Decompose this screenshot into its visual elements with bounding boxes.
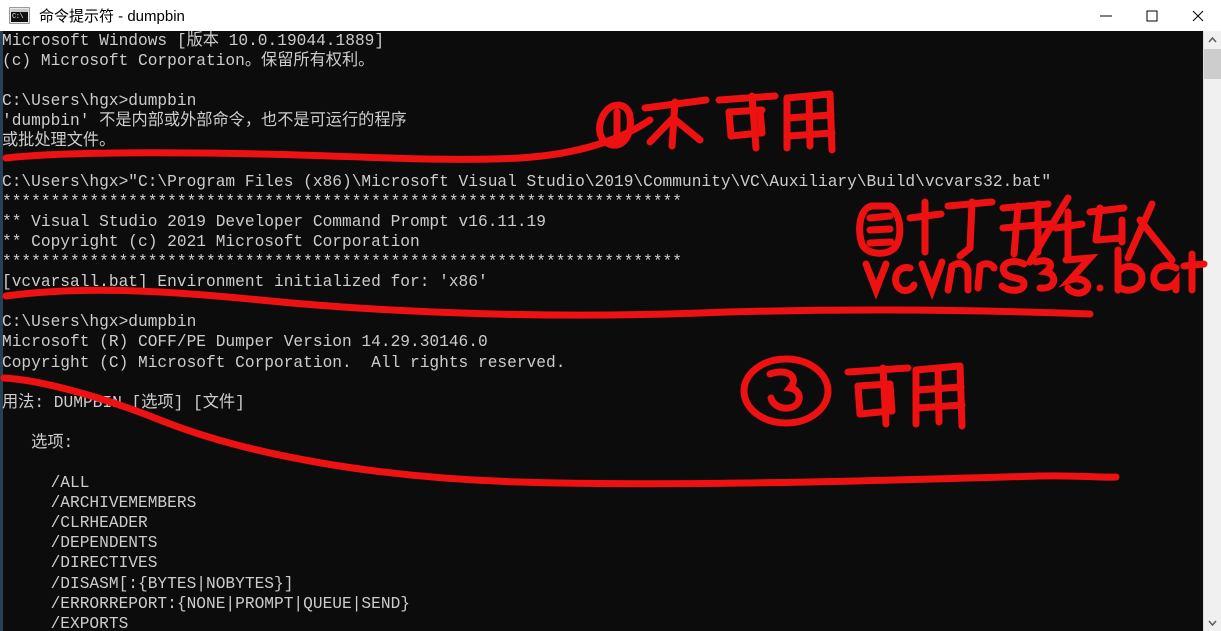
vertical-scrollbar[interactable] — [1203, 31, 1221, 631]
minimize-button[interactable] — [1083, 0, 1129, 31]
cmd-window: C:\ 命令提示符 - dumpbin Microsoft Windows [版… — [0, 0, 1221, 631]
cmd-console-icon: C:\ — [9, 7, 30, 24]
console-line: 或批处理文件。 — [2, 132, 116, 151]
minimize-icon — [1100, 15, 1112, 16]
console-line: ****************************************… — [2, 192, 682, 211]
console-line: 'dumpbin' 不是内部或外部命令，也不是可运行的程序 — [2, 112, 407, 131]
console-line: ** Visual Studio 2019 Developer Command … — [2, 212, 546, 231]
title-bar: C:\ 命令提示符 - dumpbin — [0, 0, 1221, 31]
maximize-icon — [1146, 10, 1158, 21]
console-line: [vcvarsall.bat] Environment initialized … — [2, 273, 488, 292]
console-line: Microsoft (R) COFF/PE Dumper Version 14.… — [2, 333, 488, 352]
console-line: Copyright (C) Microsoft Corporation. All… — [2, 353, 566, 372]
console-line: 用法: DUMPBIN [选项] [文件] — [2, 393, 245, 412]
scroll-down-arrow-icon[interactable] — [1204, 614, 1221, 631]
console-line: /DISASM[:{BYTES|NOBYTES}] — [2, 574, 294, 593]
close-button[interactable] — [1175, 0, 1221, 31]
console-line: C:\Users\hgx>dumpbin — [2, 92, 197, 111]
window-controls — [1083, 0, 1221, 31]
console-line: /CLRHEADER — [2, 514, 148, 533]
console-line: ****************************************… — [2, 253, 682, 272]
console-line: C:\Users\hgx>"C:\Program Files (x86)\Mic… — [2, 172, 1052, 191]
console-line: /EXPORTS — [2, 614, 129, 631]
console-text[interactable]: Microsoft Windows [版本 10.0.19044.1889] (c… — [0, 31, 1203, 631]
console-line: Microsoft Windows [版本 10.0.19044.1889] — [2, 32, 385, 50]
maximize-button[interactable] — [1129, 0, 1175, 31]
console-line: ** Copyright (c) 2021 Microsoft Corporat… — [2, 232, 420, 251]
console-line: (c) Microsoft Corporation。保留所有权利。 — [2, 52, 375, 71]
scrollbar-thumb[interactable] — [1204, 49, 1221, 79]
window-title: 命令提示符 - dumpbin — [39, 8, 185, 25]
scroll-up-arrow-icon[interactable] — [1204, 31, 1221, 48]
close-icon — [1192, 10, 1204, 21]
console-line: /DEPENDENTS — [2, 534, 158, 553]
console-line: /ERRORREPORT:{NONE|PROMPT|QUEUE|SEND} — [2, 594, 410, 613]
console-line: /ALL — [2, 474, 90, 493]
console-line: /DIRECTIVES — [2, 554, 158, 573]
console-line: C:\Users\hgx>dumpbin — [2, 313, 197, 332]
cmd-icon-screen: C:\ — [11, 12, 28, 22]
title-bar-left: C:\ 命令提示符 - dumpbin — [0, 5, 185, 26]
console-line: 选项: — [2, 433, 74, 452]
console-line: /ARCHIVEMEMBERS — [2, 494, 197, 513]
console-output-area[interactable]: Microsoft Windows [版本 10.0.19044.1889] (c… — [0, 31, 1221, 631]
